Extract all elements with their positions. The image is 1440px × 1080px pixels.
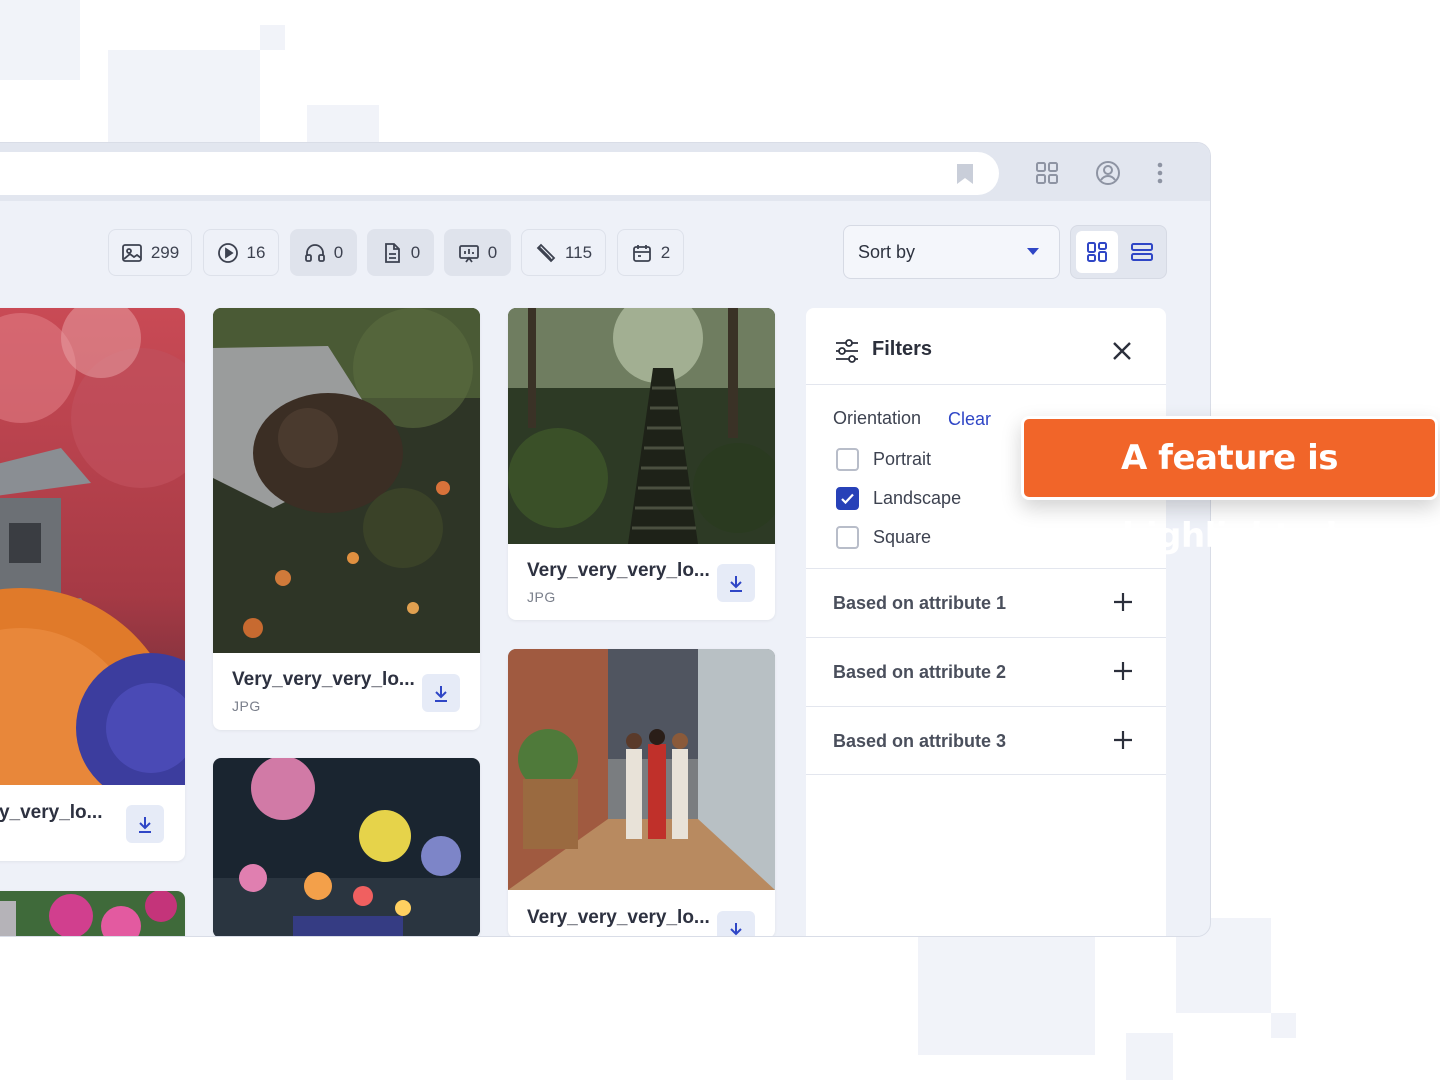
- download-button[interactable]: [717, 564, 755, 602]
- filters-title: Filters: [872, 338, 933, 360]
- brush-icon: [536, 243, 556, 262]
- download-icon: [730, 576, 742, 592]
- download-icon: [730, 923, 742, 936]
- download-button[interactable]: [717, 911, 755, 936]
- option-label: Portrait: [873, 448, 932, 469]
- filters-panel: Filters Orientation Clear Portrait Lands…: [806, 308, 1166, 936]
- filter-sliders-icon: [836, 339, 858, 363]
- attribute-section-3[interactable]: Based on attribute 3: [806, 706, 1166, 775]
- chip-design[interactable]: 115: [521, 229, 606, 276]
- chip-count: 299: [150, 242, 180, 262]
- orientation-title: Orientation: [833, 408, 922, 428]
- asset-type: JPG: [232, 698, 261, 714]
- download-button[interactable]: [126, 805, 164, 843]
- checkbox[interactable]: [836, 525, 859, 549]
- plus-icon[interactable]: [1112, 660, 1134, 682]
- option-label: Square: [873, 526, 932, 547]
- decor-square: [918, 937, 1095, 1055]
- chip-count: 0: [487, 242, 498, 262]
- chip-documents[interactable]: 0: [367, 229, 434, 276]
- decor-square: [0, 0, 80, 80]
- decor-square: [1271, 1013, 1296, 1038]
- more-vertical-icon[interactable]: [1147, 160, 1173, 186]
- decor-square: [260, 25, 285, 50]
- sort-label: Sort by: [858, 242, 916, 262]
- chip-presentations[interactable]: 0: [444, 229, 511, 276]
- presentation-icon: [458, 244, 479, 263]
- close-icon[interactable]: [1110, 339, 1134, 363]
- chip-count: 0: [410, 242, 421, 262]
- divider: [806, 774, 1166, 775]
- plus-icon[interactable]: [1112, 729, 1134, 751]
- option-portrait[interactable]: Portrait: [836, 447, 931, 471]
- option-square[interactable]: Square: [836, 525, 931, 549]
- decor-square: [108, 50, 260, 142]
- chip-count: 2: [660, 242, 671, 262]
- asset-thumbnail: [0, 308, 185, 785]
- filters-header: Filters: [806, 308, 1166, 385]
- bookmark-icon[interactable]: [956, 163, 974, 185]
- grid-view-button[interactable]: [1076, 231, 1118, 273]
- asset-thumbnail: [213, 758, 480, 936]
- list-view-button[interactable]: [1121, 231, 1163, 273]
- checkbox-checked[interactable]: [836, 486, 859, 510]
- chip-count: 16: [246, 242, 266, 262]
- chip-count: 0: [333, 242, 344, 262]
- download-icon: [435, 686, 447, 702]
- asset-card[interactable]: [213, 758, 480, 936]
- sort-dropdown[interactable]: Sort by: [843, 225, 1060, 279]
- asset-card[interactable]: Very_very_very_lo...: [508, 649, 775, 936]
- checkbox[interactable]: [836, 447, 859, 471]
- chip-templates[interactable]: 2: [617, 229, 684, 276]
- option-label: Landscape: [873, 487, 962, 508]
- decor-square: [307, 105, 379, 142]
- address-bar[interactable]: [0, 152, 999, 195]
- document-icon: [384, 242, 400, 263]
- asset-name: Very_very_very_lo...: [527, 907, 710, 928]
- image-icon: [121, 243, 142, 262]
- asset-thumbnail: [508, 308, 775, 544]
- chip-count: 115: [564, 242, 593, 262]
- asset-thumbnail: [213, 308, 480, 653]
- attribute-label: Based on attribute 1: [833, 593, 1007, 613]
- check-icon: [841, 493, 854, 504]
- template-icon: [632, 244, 651, 262]
- asset-type: JPG: [527, 589, 556, 605]
- asset-name: ery_very_lo...: [0, 802, 103, 823]
- caret-down-icon: [1027, 248, 1039, 255]
- list-view-icon: [1131, 243, 1153, 261]
- option-landscape[interactable]: Landscape: [836, 486, 961, 510]
- download-button[interactable]: [422, 674, 460, 712]
- attribute-label: Based on attribute 2: [833, 662, 1007, 682]
- attribute-section-2[interactable]: Based on attribute 2: [806, 637, 1166, 706]
- account-icon[interactable]: [1095, 160, 1121, 186]
- browser-topbar: [0, 143, 1210, 201]
- view-toggle: [1070, 225, 1167, 279]
- headphones-icon: [304, 243, 325, 262]
- asset-card[interactable]: Very_very_very_lo... JPG: [508, 308, 775, 620]
- decor-square: [1126, 1033, 1173, 1080]
- asset-name: Very_very_very_lo...: [232, 669, 415, 690]
- asset-card[interactable]: [0, 891, 185, 936]
- chip-videos[interactable]: 16: [203, 229, 279, 276]
- chip-audio[interactable]: 0: [290, 229, 357, 276]
- browser-window: 299 16 0 0 0 115 2 Sort by y_very_lo... …: [0, 142, 1211, 937]
- download-icon: [139, 817, 151, 833]
- plus-icon[interactable]: [1112, 591, 1134, 613]
- grid-view-icon: [1087, 242, 1107, 262]
- attribute-section-1[interactable]: Based on attribute 1: [806, 568, 1166, 637]
- attribute-label: Based on attribute 3: [833, 731, 1007, 751]
- asset-thumbnail: [508, 649, 775, 890]
- asset-card[interactable]: ery_very_lo...: [0, 308, 185, 861]
- apps-grid-icon[interactable]: [1034, 160, 1060, 186]
- asset-thumbnail: [0, 891, 185, 936]
- chip-images[interactable]: 299: [108, 229, 192, 276]
- asset-card[interactable]: Very_very_very_lo... JPG: [213, 308, 480, 730]
- asset-name: Very_very_very_lo...: [527, 560, 710, 581]
- play-icon: [217, 242, 238, 263]
- feature-highlight-callout: A feature is highlighted: [1021, 416, 1438, 556]
- clear-link[interactable]: Clear: [948, 409, 991, 430]
